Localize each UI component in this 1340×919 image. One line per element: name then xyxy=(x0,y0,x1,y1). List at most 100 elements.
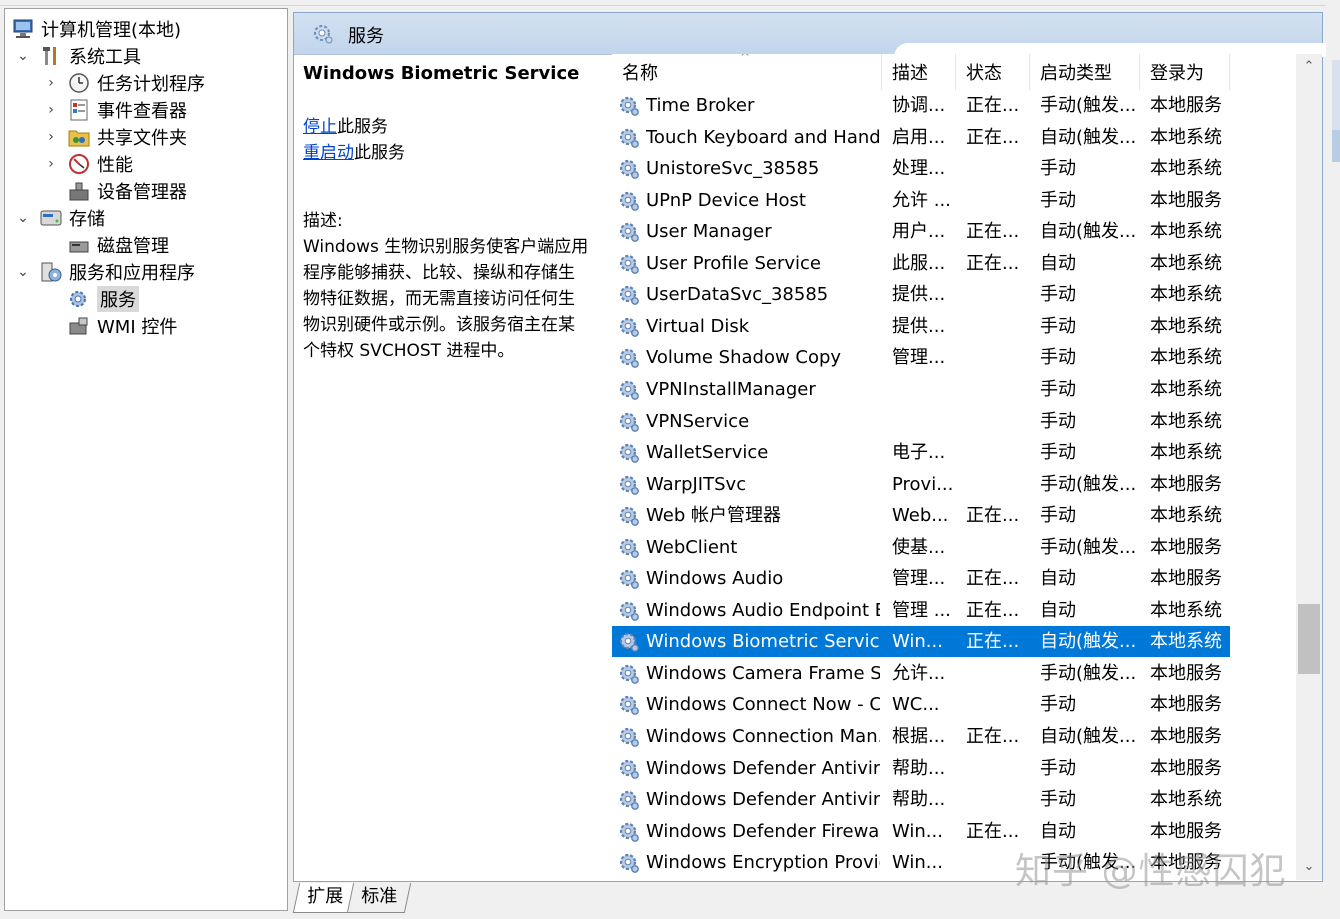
service-startup-type: 手动 xyxy=(1040,505,1076,527)
table-row[interactable]: Windows Camera Frame S... 允许... 手动(触发... 本地… xyxy=(612,658,1230,689)
tree-item-services-apps[interactable]: 服务和应用程序 xyxy=(39,258,195,285)
service-logon: 本地服务 xyxy=(1150,473,1222,495)
column-header-startup-type[interactable]: 启动类型 xyxy=(1030,54,1140,90)
tree-item-root[interactable]: 计算机管理(本地) xyxy=(11,15,181,42)
service-startup-type: 手动 xyxy=(1040,284,1076,306)
column-label: 登录为 xyxy=(1150,63,1204,84)
table-row[interactable]: Windows Defender Antivir... 帮助... 手动 本地服务 xyxy=(612,753,1230,784)
table-row[interactable]: UPnP Device Host 允许 ... 手动 本地服务 xyxy=(612,185,1230,216)
description-line: 物识别硬件或示例。该服务宿主在某 xyxy=(303,315,575,335)
table-row[interactable]: User Manager 用户... 正在... 自动(触发... 本地系统 xyxy=(612,216,1230,247)
tree-item-wmi[interactable]: WMI 控件 xyxy=(67,312,177,339)
table-row[interactable]: UserDataSvc_38585 提供... 手动 本地系统 xyxy=(612,279,1230,310)
tree-label: 设备管理器 xyxy=(97,181,187,203)
service-startup-type: 自动 xyxy=(1040,599,1076,621)
tab-standard[interactable]: 标准 xyxy=(346,883,412,913)
service-description xyxy=(892,406,956,437)
service-gear-icon xyxy=(619,507,639,527)
services-table: 名称 ^ 描述 状态 启动类型 登录为 Time Broker 协调... 正在..… xyxy=(612,54,1296,880)
table-row[interactable]: Windows Defender Antivir... 帮助... 手动 本地系统 xyxy=(612,784,1230,815)
service-gear-icon xyxy=(619,854,639,874)
navigation-tree: 计算机管理(本地) ⌄ 系统工具 › 任务计划程序 › 事件查看器 › 共享文件… xyxy=(4,8,288,911)
scroll-down-icon[interactable]: ⌄ xyxy=(1296,854,1322,880)
tree-item-performance[interactable]: 性能 xyxy=(67,150,133,177)
service-gear-icon xyxy=(619,380,639,400)
service-description: 根据... xyxy=(892,726,946,747)
service-description: 电子... xyxy=(892,442,946,464)
service-startup-type: 自动(触发... xyxy=(1040,726,1137,747)
table-row[interactable]: WebClient 使基... 手动(触发... 本地服务 xyxy=(612,532,1230,563)
table-row[interactable]: Windows Connection Man... 根据... 正在... 自动(触发… xyxy=(612,721,1230,752)
service-startup-type: 自动 xyxy=(1040,252,1076,274)
tree-item-disk-management[interactable]: 磁盘管理 xyxy=(67,231,169,258)
table-row[interactable]: WalletService 电子... 手动 本地系统 xyxy=(612,437,1230,468)
service-status xyxy=(966,185,1030,216)
service-gear-icon xyxy=(619,601,639,621)
column-header-status[interactable]: 状态 xyxy=(956,54,1030,90)
column-label: 描述 xyxy=(892,63,928,84)
service-startup-type: 自动(触发... xyxy=(1040,631,1137,653)
table-row[interactable]: Touch Keyboard and Hand... 启用... 正在... 自动(触… xyxy=(612,122,1230,153)
table-row[interactable]: Volume Shadow Copy 管理... 手动 本地系统 xyxy=(612,342,1230,373)
pane-title: 服务 xyxy=(348,26,384,47)
table-row[interactable]: VPNInstallManager 手动 本地系统 xyxy=(612,374,1230,405)
service-logon: 本地服务 xyxy=(1150,726,1222,747)
stop-suffix: 此服务 xyxy=(337,117,388,137)
tree-item-services[interactable]: 服务 xyxy=(67,285,139,312)
table-row[interactable]: Windows Audio 管理... 正在... 自动 本地服务 xyxy=(612,563,1230,594)
chevron-down-icon[interactable]: ⌄ xyxy=(15,208,31,228)
scroll-up-icon[interactable]: ⌃ xyxy=(1296,54,1322,80)
wmi-icon xyxy=(67,315,91,337)
service-description: Web... xyxy=(892,505,949,527)
table-row[interactable]: Windows Audio Endpoint B... 管理 ... 正在... 自动… xyxy=(612,595,1230,626)
chevron-right-icon[interactable]: › xyxy=(43,73,59,93)
table-row[interactable]: Virtual Disk 提供... 手动 本地系统 xyxy=(612,311,1230,342)
column-header-name[interactable]: 名称 ^ xyxy=(612,54,882,90)
service-details: Windows Biometric Service 停止此服务 重启动此服务 描… xyxy=(303,60,608,364)
service-status xyxy=(966,532,1030,563)
scroll-thumb[interactable] xyxy=(1298,604,1320,674)
service-name: VPNInstallManager xyxy=(646,378,816,400)
service-gear-icon xyxy=(619,159,639,179)
column-header-logon[interactable]: 登录为 xyxy=(1140,54,1230,90)
restart-service-link[interactable]: 重启动 xyxy=(303,143,354,163)
stop-service-link[interactable]: 停止 xyxy=(303,117,337,137)
service-description: Win... xyxy=(892,631,943,653)
table-row[interactable]: UnistoreSvc_38585 处理... 手动 本地系统 xyxy=(612,153,1230,184)
column-header-description[interactable]: 描述 xyxy=(882,54,956,90)
chevron-right-icon[interactable]: › xyxy=(43,154,59,174)
service-gear-icon xyxy=(619,254,639,274)
service-description: WC... xyxy=(892,694,940,716)
table-row[interactable]: Web 帐户管理器 Web... 正在... 手动 本地系统 xyxy=(612,500,1230,531)
table-row[interactable]: Time Broker 协调... 正在... 手动(触发... 本地服务 xyxy=(612,90,1230,121)
service-logon: 本地系统 xyxy=(1150,252,1222,274)
tree-item-event-viewer[interactable]: 事件查看器 xyxy=(67,96,187,123)
chevron-right-icon[interactable]: › xyxy=(43,127,59,147)
tree-item-task-scheduler[interactable]: 任务计划程序 xyxy=(67,69,205,96)
service-gear-icon xyxy=(619,475,639,495)
chevron-down-icon[interactable]: ⌄ xyxy=(15,46,31,66)
vertical-scrollbar[interactable]: ⌃ ⌄ xyxy=(1296,54,1322,880)
chevron-right-icon[interactable]: › xyxy=(43,100,59,120)
service-name: Windows Biometric Service xyxy=(646,631,880,653)
table-row[interactable]: Windows Biometric Service Win... 正在... 自动(触… xyxy=(612,626,1230,658)
tree-item-shared-folders[interactable]: 共享文件夹 xyxy=(67,123,187,150)
tree-label: 计算机管理(本地) xyxy=(41,19,182,41)
service-logon: 本地系统 xyxy=(1150,315,1222,337)
table-row[interactable]: VPNService 手动 本地系统 xyxy=(612,406,1230,437)
tree-item-storage[interactable]: 存储 xyxy=(39,204,105,231)
tree-item-system-tools[interactable]: 系统工具 xyxy=(39,42,141,69)
service-logon: 本地系统 xyxy=(1150,221,1222,243)
service-description: 使基... xyxy=(892,536,946,558)
chevron-down-icon[interactable]: ⌄ xyxy=(15,262,31,282)
table-row[interactable]: Windows Connect Now - C... WC... 手动 本地服务 xyxy=(612,689,1230,720)
tree-item-device-manager[interactable]: 设备管理器 xyxy=(67,177,187,204)
service-startup-type: 手动 xyxy=(1040,315,1076,337)
shared-folder-icon xyxy=(67,126,91,148)
service-description: 允许 ... xyxy=(892,189,951,211)
service-name: Windows Connection Man... xyxy=(646,726,880,747)
restart-suffix: 此服务 xyxy=(354,143,405,163)
table-row[interactable]: User Profile Service 此服... 正在... 自动 本地系统 xyxy=(612,248,1230,279)
service-name: Web 帐户管理器 xyxy=(646,505,781,527)
table-row[interactable]: WarpJITSvc Provi... 手动(触发... 本地服务 xyxy=(612,469,1230,500)
